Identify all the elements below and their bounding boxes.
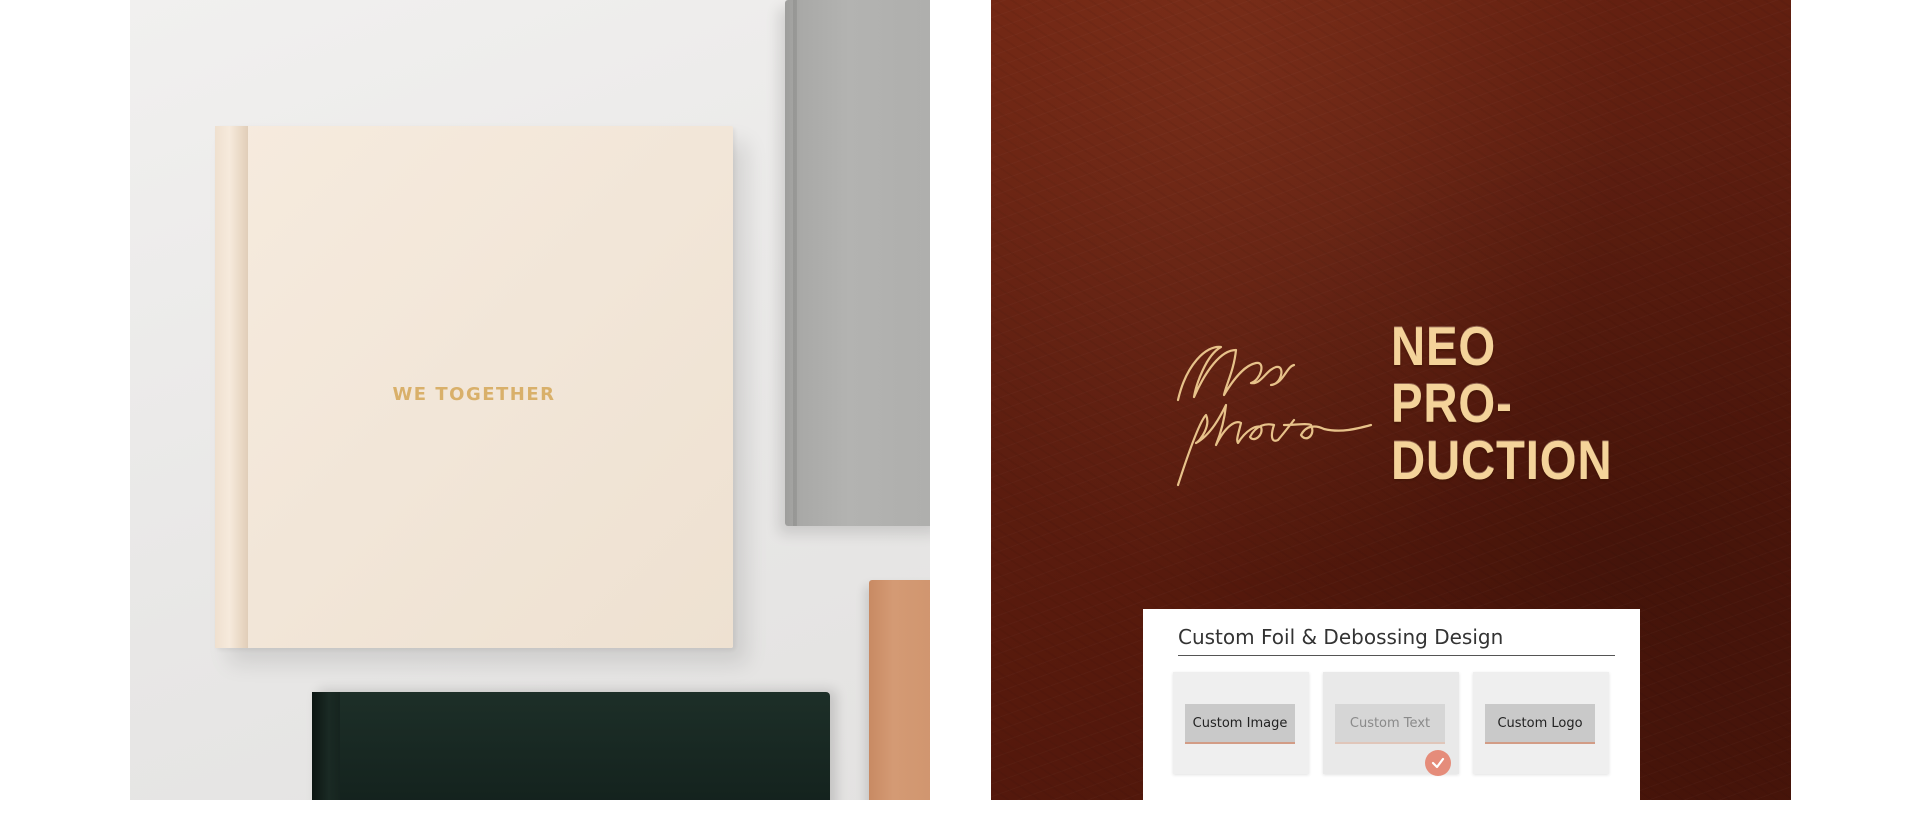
custom-text-button[interactable]: Custom Text [1335,704,1445,744]
cream-album: WE TOGETHER [215,126,733,648]
product-image-foil-debossing: NEO PRO- DUCTION Custom Foil & Debossing… [991,0,1791,800]
check-circle-icon [1425,750,1451,776]
option-card-custom-logo[interactable]: Custom Logo [1473,672,1609,774]
logo-line: DUCTION [1391,429,1613,491]
design-options-panel: Custom Foil & Debossing Design Custom Im… [1143,609,1640,800]
signature-logo [1176,345,1373,487]
panel-title: Custom Foil & Debossing Design [1178,625,1504,649]
logo-line: PRO- [1391,372,1513,434]
gray-album [785,0,930,526]
green-album [312,692,830,800]
option-card-custom-text[interactable]: Custom Text [1323,672,1459,776]
block-text-logo: NEO PRO- DUCTION [1391,318,1612,489]
custom-image-button[interactable]: Custom Image [1185,704,1295,744]
option-card-custom-image[interactable]: Custom Image [1173,672,1309,774]
album-cover-title: WE TOGETHER [392,384,556,405]
tan-album [869,580,930,800]
custom-logo-button[interactable]: Custom Logo [1485,704,1595,744]
product-image-album-collection: WE TOGETHER [130,0,930,800]
panel-divider [1178,655,1615,656]
logo-line: NEO [1391,315,1497,377]
